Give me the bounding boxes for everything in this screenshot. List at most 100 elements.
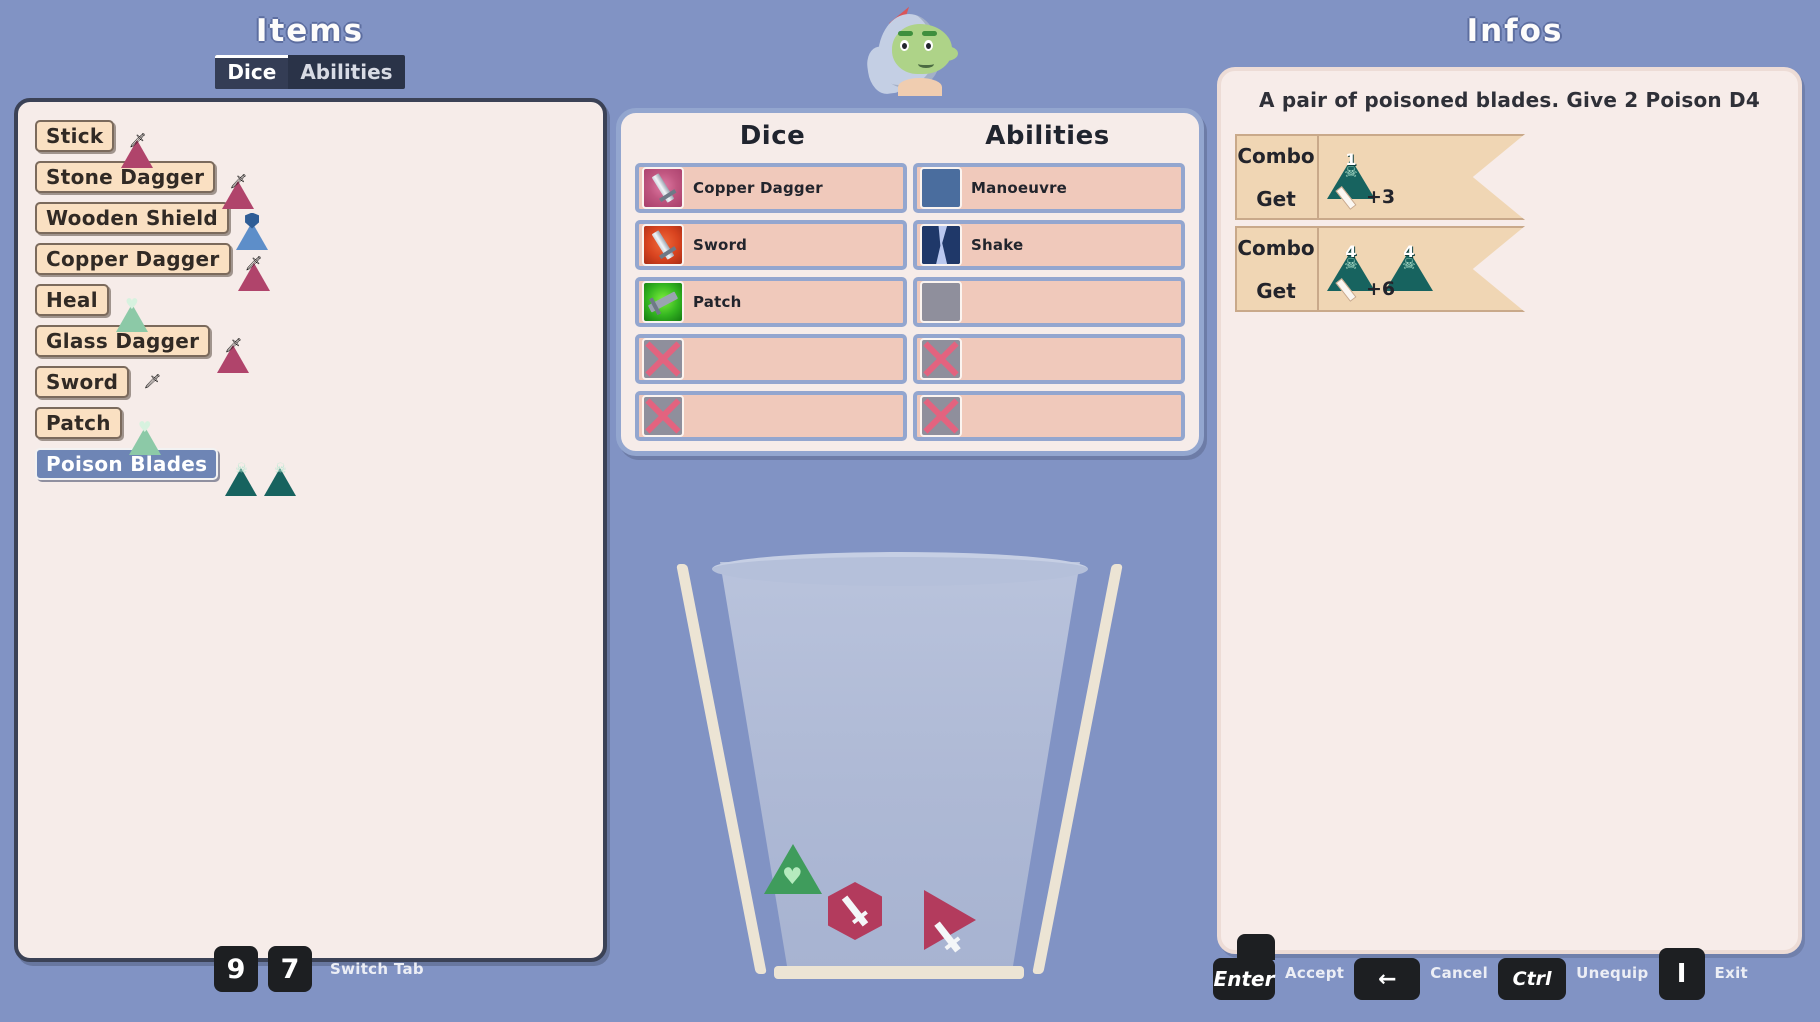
item-label: Stick	[35, 119, 115, 152]
combo-banner: Combo Get ☠ 4 ☠ 4 +6	[1235, 226, 1525, 312]
heart-green-triangle-icon: ♥	[115, 284, 148, 332]
combo-required-faces: ☠ 1	[1327, 140, 1375, 199]
combo-reward: +6	[1333, 278, 1395, 300]
dice-slot-1[interactable]: Copper Dagger	[635, 163, 907, 213]
hints-left: 9 7 Switch Tab	[214, 946, 424, 992]
list-item[interactable]: Copper Dagger 🗡	[35, 238, 603, 291]
list-item[interactable]: Stone Dagger 🗡	[35, 156, 603, 209]
key-7[interactable]: 7	[268, 946, 312, 992]
skull-teal-triangle-icon: ☠	[225, 448, 258, 496]
combo-reward-value: +6	[1366, 278, 1396, 300]
player-avatar	[862, 2, 968, 97]
hint-accept: Accept	[1285, 964, 1345, 982]
key-enter[interactable]: Enter	[1213, 934, 1275, 1000]
item-label: Sword	[35, 365, 130, 398]
die-dagger-hexagon-red[interactable]	[828, 882, 882, 940]
skull-teal-triangle-icon: ☠	[264, 448, 297, 496]
item-description: A pair of poisoned blades. Give 2 Poison…	[1259, 88, 1760, 112]
sword-icon	[642, 224, 684, 266]
key-9[interactable]: 9	[214, 946, 258, 992]
skull-teal-triangle-icon: ☠ 1	[1327, 140, 1375, 199]
ability-slot-2[interactable]: Shake	[913, 220, 1185, 270]
combo-face-value: 4	[1403, 242, 1415, 261]
locked-slot-icon	[920, 338, 962, 380]
hint-cancel: Cancel	[1430, 964, 1489, 982]
combo-list: Combo Get ☠ 1 +3 Combo Get ☠ 4 ☠ 4 +6	[1231, 134, 1788, 312]
nose-icon	[934, 46, 958, 61]
locked-slot-icon	[642, 395, 684, 437]
key-ctrl[interactable]: Ctrl	[1498, 958, 1567, 1000]
dice-slot-4-locked[interactable]	[635, 334, 907, 384]
skull-teal-triangle-icon: ☠ 4	[1385, 232, 1433, 291]
tab-dice[interactable]: Dice	[215, 55, 289, 89]
item-label: Heal	[35, 283, 109, 316]
combo-face-value: 1	[1345, 150, 1357, 169]
torso-icon	[898, 78, 942, 96]
skull-teal-triangle-icon: ☠ 4	[1327, 232, 1375, 291]
dice-cup[interactable]: ♥	[676, 552, 1123, 992]
dice-slot-column: Copper Dagger Sword Patch	[635, 163, 907, 441]
dice-slot-3[interactable]: Patch	[635, 277, 907, 327]
dagger-red-triangle-icon: 🗡	[237, 243, 270, 291]
item-label: Patch	[35, 406, 122, 439]
locked-slot-icon	[920, 395, 962, 437]
tab-abilities[interactable]: Abilities	[288, 55, 404, 89]
hints-right: Enter Accept ← Cancel Ctrl Unequip I Exi…	[1213, 934, 1748, 1000]
ability-slot-4-locked[interactable]	[913, 334, 1185, 384]
empty-slot-icon	[920, 281, 962, 323]
loadout-headers: Dice Abilities	[635, 121, 1185, 163]
die-dagger-triangle-red[interactable]	[924, 890, 976, 953]
eye-left-icon	[900, 40, 909, 51]
infos-title: Infos	[1466, 13, 1564, 49]
hint-exit: Exit	[1714, 964, 1748, 982]
combo-label: Combo	[1237, 235, 1315, 260]
combo-banner: Combo Get ☠ 1 +3	[1235, 134, 1525, 220]
die-heart-green[interactable]: ♥	[764, 844, 822, 894]
dagger-red-triangle-icon: 🗡	[217, 325, 250, 373]
infos-column: Infos A pair of poisoned blades. Give 2 …	[1210, 0, 1820, 1022]
item-label: Wooden Shield	[35, 201, 230, 234]
hint-unequip: Unequip	[1576, 964, 1649, 982]
shield-blue-triangle-icon	[236, 202, 269, 250]
get-label: Get	[1256, 278, 1296, 303]
cup-rim	[712, 552, 1088, 586]
ability-slot-column: Manoeuvre Shake	[913, 163, 1185, 441]
items-column: Items Dice Abilities Stick 🗡 Stone Dagge…	[0, 0, 620, 1022]
ability-slot-1[interactable]: Manoeuvre	[913, 163, 1185, 213]
list-item[interactable]: Stick 🗡	[35, 115, 603, 168]
key-backspace[interactable]: ←	[1354, 958, 1421, 1000]
ability-slot-3[interactable]	[913, 277, 1185, 327]
list-item-selected[interactable]: Poison Blades ☠ ☠	[35, 443, 603, 496]
dagger-icon	[1333, 186, 1357, 208]
dagger-red-triangle-icon: 🗡	[121, 120, 154, 168]
list-item[interactable]: Wooden Shield	[35, 197, 603, 250]
key-i[interactable]: I	[1658, 948, 1705, 1000]
list-item[interactable]: Heal ♥	[35, 279, 603, 332]
items-list: Stick 🗡 Stone Dagger 🗡 Wooden Shield Cop…	[18, 102, 603, 496]
combo-face-value: 4	[1345, 242, 1357, 261]
combo-reward: +3	[1333, 186, 1395, 208]
hint-switch-tab: Switch Tab	[330, 960, 424, 978]
locked-slot-icon	[642, 338, 684, 380]
heart-green-triangle-icon: ♥	[128, 407, 161, 455]
ability-slot-5-locked[interactable]	[913, 391, 1185, 441]
patch-icon	[642, 281, 684, 323]
item-label: Poison Blades	[35, 447, 219, 480]
list-item[interactable]: Patch ♥	[35, 402, 603, 455]
dice-slot-5-locked[interactable]	[635, 391, 907, 441]
loadout-panel: Dice Abilities Copper Dagger Sword Patch…	[616, 108, 1204, 456]
mouth-icon	[918, 60, 934, 68]
dice-slot-label: Patch	[693, 293, 742, 311]
combo-required-faces: ☠ 4 ☠ 4	[1327, 232, 1433, 291]
cup-body	[720, 562, 1080, 972]
items-panel: Stick 🗡 Stone Dagger 🗡 Wooden Shield Cop…	[14, 98, 607, 962]
eyebrow-left-icon	[898, 31, 913, 36]
eye-right-icon	[924, 40, 933, 51]
dice-slot-2[interactable]: Sword	[635, 220, 907, 270]
list-item[interactable]: Sword 🗡	[35, 361, 603, 402]
banner-labels: Combo Get	[1235, 134, 1319, 220]
combo-reward-value: +3	[1366, 186, 1396, 208]
manoeuvre-icon	[920, 167, 962, 209]
dagger-red-triangle-icon: 🗡	[222, 161, 255, 209]
combo-label: Combo	[1237, 143, 1315, 168]
